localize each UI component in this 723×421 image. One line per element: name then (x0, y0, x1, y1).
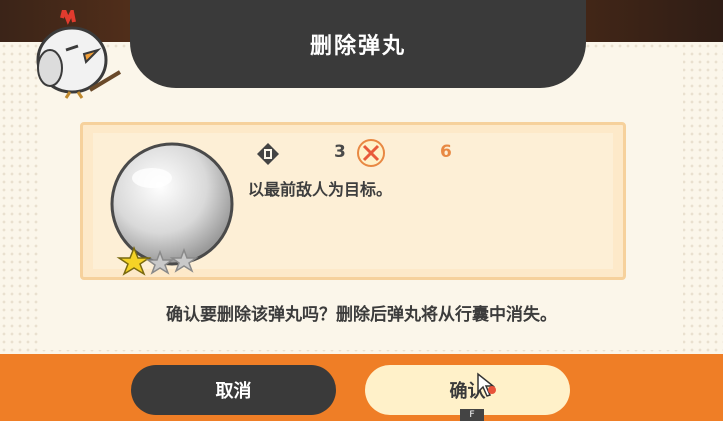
target-priority-icon (257, 143, 279, 165)
stat-value-a: 3 (334, 142, 346, 162)
chicken-mascot-icon (36, 10, 122, 99)
item-description: 以最前敌人为目标。 (248, 180, 393, 199)
dialog-footer (0, 354, 723, 421)
confirm-key-hint: F (460, 409, 484, 421)
confirm-button[interactable]: 确认 (365, 365, 570, 415)
cancel-button-label: 取消 (215, 381, 252, 402)
confirm-message: 确认要删除该弹丸吗？删除后弹丸将从行囊中消失。 (166, 305, 557, 325)
pointer-cursor-icon (477, 372, 496, 397)
stat-value-b: 6 (440, 142, 452, 162)
white-pellet-icon (110, 142, 234, 276)
dialog-title: 删除弹丸 (130, 0, 586, 88)
cancel-button[interactable]: 取消 (131, 365, 336, 415)
crossed-swords-icon (357, 139, 385, 167)
